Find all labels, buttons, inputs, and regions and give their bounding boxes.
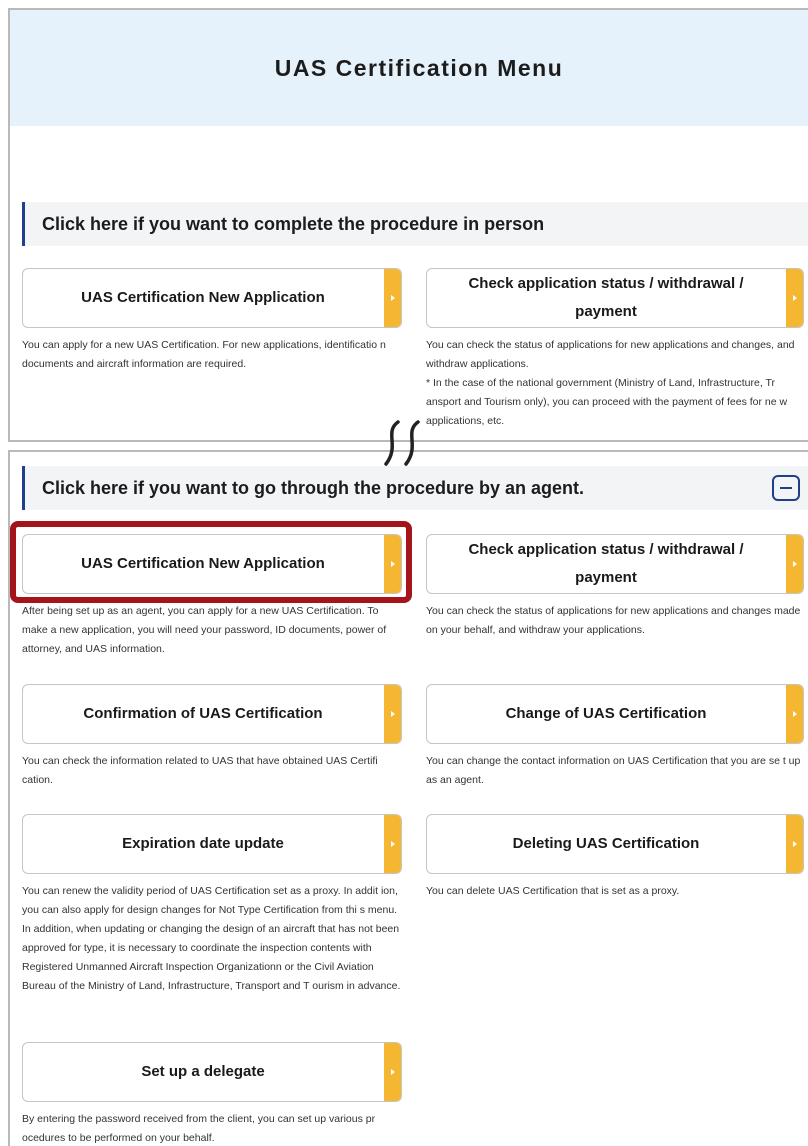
delete-button[interactable]: Deleting UAS Certification bbox=[426, 814, 804, 874]
collapse-minus-icon[interactable] bbox=[772, 475, 800, 501]
confirmation-button[interactable]: Confirmation of UAS Certification bbox=[22, 684, 402, 744]
set-up-delegate-button[interactable]: Set up a delegate bbox=[22, 1042, 402, 1102]
button-label-line1: Check application status / withdrawal / bbox=[468, 541, 744, 558]
button-label: Change of UAS Certification bbox=[505, 705, 707, 722]
button-label: UAS Certification New Application bbox=[81, 289, 325, 306]
in-person-check-status-button[interactable]: Check application status / withdrawal / … bbox=[426, 268, 804, 328]
chevron-right-icon bbox=[384, 535, 401, 593]
chevron-right-icon bbox=[384, 269, 401, 327]
button-label-line1: Check application status / withdrawal / bbox=[468, 275, 744, 292]
section-heading-in-person: Click here if you want to complete the p… bbox=[22, 202, 808, 246]
agent-check-status-button[interactable]: Check application status / withdrawal / … bbox=[426, 534, 804, 594]
expiration-update-description: You can renew the validity period of UAS… bbox=[22, 885, 401, 992]
expiration-update-button[interactable]: Expiration date update bbox=[22, 814, 402, 874]
button-label: Check application status / withdrawal / … bbox=[468, 270, 743, 326]
change-description: You can change the contact information o… bbox=[426, 755, 801, 786]
section-heading-agent: Click here if you want to go through the… bbox=[22, 466, 808, 510]
button-label-line2: payment bbox=[575, 303, 637, 320]
in-person-new-application-description: You can apply for a new UAS Certificatio… bbox=[22, 339, 386, 370]
button-label: Confirmation of UAS Certification bbox=[83, 705, 323, 722]
chevron-right-icon bbox=[786, 269, 803, 327]
button-label-line2: payment bbox=[575, 569, 637, 586]
chevron-right-icon bbox=[786, 685, 803, 743]
button-label: Deleting UAS Certification bbox=[512, 835, 700, 852]
chevron-right-icon bbox=[384, 815, 401, 873]
agent-new-application-button[interactable]: UAS Certification New Application bbox=[22, 534, 402, 594]
chevron-right-icon bbox=[384, 1043, 401, 1101]
button-label: Expiration date update bbox=[122, 835, 284, 852]
change-button[interactable]: Change of UAS Certification bbox=[426, 684, 804, 744]
set-up-delegate-description: By entering the password received from t… bbox=[22, 1113, 376, 1144]
description-note: * In the case of the national government… bbox=[426, 377, 788, 427]
description-paragraph: You can check the status of applications… bbox=[426, 339, 795, 370]
menu-header: UAS Certification Menu bbox=[10, 10, 808, 126]
button-label: UAS Certification New Application bbox=[81, 555, 325, 572]
agent-panel: Click here if you want to go through the… bbox=[8, 450, 808, 1146]
button-label: Set up a delegate bbox=[141, 1063, 265, 1080]
chevron-right-icon bbox=[786, 815, 803, 873]
section-heading-label: Click here if you want to go through the… bbox=[42, 477, 585, 498]
page-title: UAS Certification Menu bbox=[274, 54, 564, 81]
agent-new-application-description: After being set up as an agent, you can … bbox=[22, 605, 387, 655]
chevron-right-icon bbox=[384, 685, 401, 743]
section-break-icon bbox=[384, 420, 420, 466]
delete-description: You can delete UAS Certification that is… bbox=[426, 885, 680, 897]
confirmation-description: You can check the information related to… bbox=[22, 755, 378, 786]
agent-check-status-description: You can check the status of applications… bbox=[426, 605, 801, 636]
chevron-right-icon bbox=[786, 535, 803, 593]
in-person-panel: UAS Certification Menu Click here if you… bbox=[8, 8, 808, 442]
in-person-new-application-button[interactable]: UAS Certification New Application bbox=[22, 268, 402, 328]
button-label: Check application status / withdrawal / … bbox=[468, 536, 743, 592]
section-heading-label: Click here if you want to complete the p… bbox=[42, 213, 545, 234]
in-person-check-status-description: You can check the status of applications… bbox=[426, 336, 808, 431]
